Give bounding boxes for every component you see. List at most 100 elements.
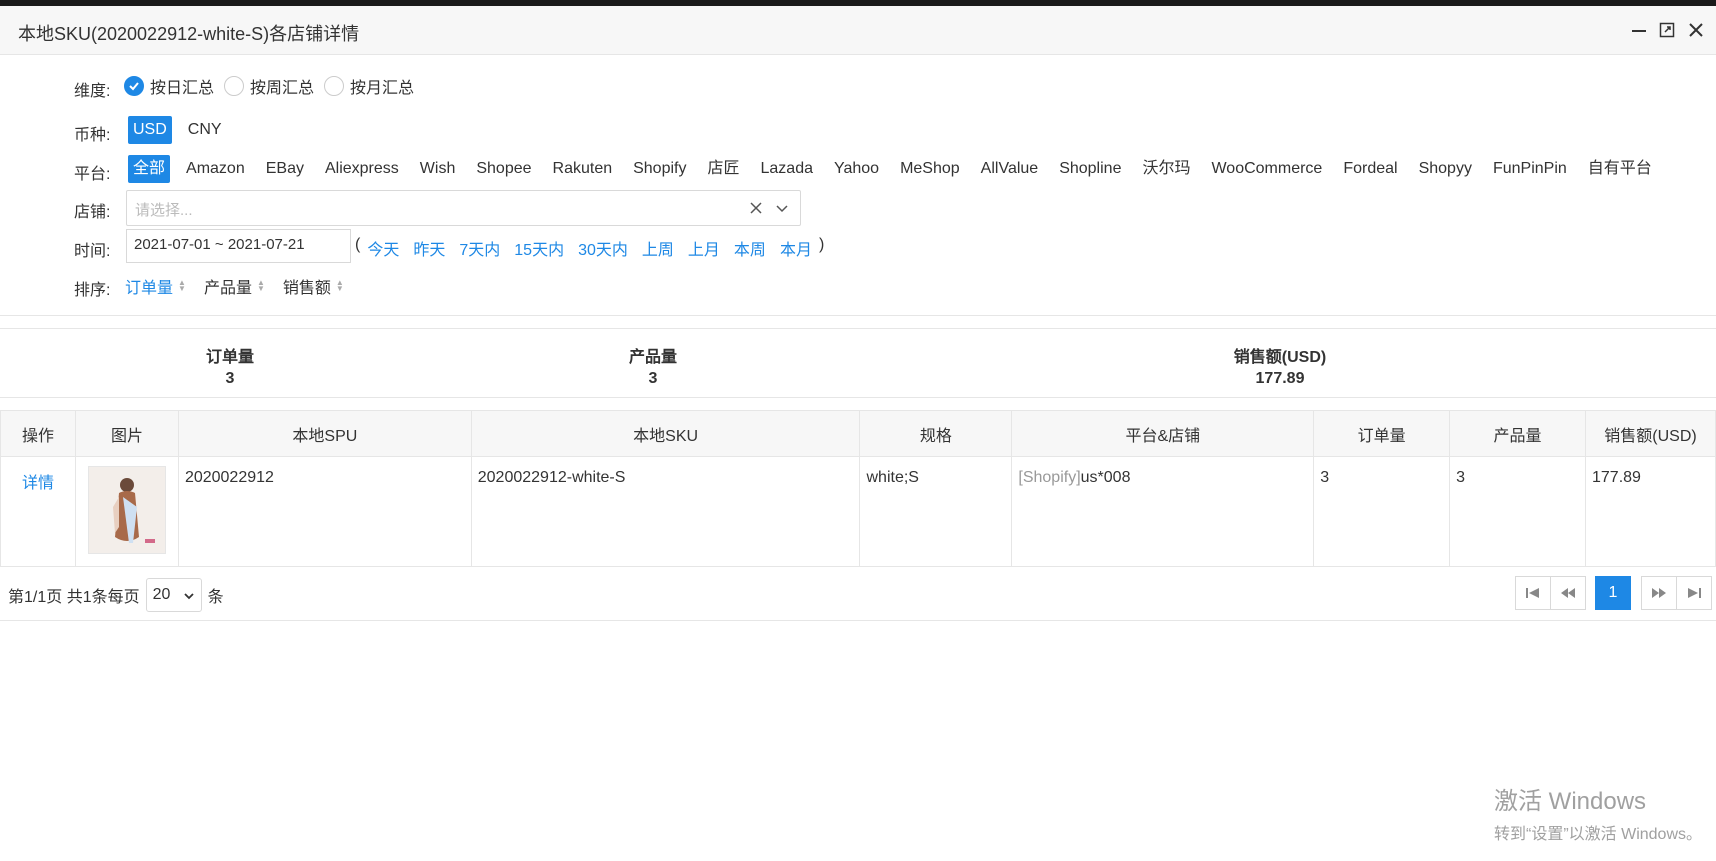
platform-woocommerce[interactable]: WooCommerce <box>1206 155 1327 183</box>
quick-this-month[interactable]: 本月 <box>780 236 812 260</box>
summary-orders: 订单量 3 <box>180 343 280 388</box>
quick-30days[interactable]: 30天内 <box>578 236 628 260</box>
currency-label: 币种: <box>74 127 111 144</box>
summary-orders-label: 订单量 <box>205 349 254 366</box>
platform-amazon[interactable]: Amazon <box>181 155 250 183</box>
clear-icon[interactable] <box>749 201 763 220</box>
cell-image <box>74 456 179 567</box>
time-label: 时间: <box>74 243 111 260</box>
detail-table: 操作 图片 本地SPU 本地SKU 规格 平台&店铺 订单量 产品量 销售额(U… <box>0 410 1716 567</box>
minimize-icon[interactable] <box>1627 18 1651 42</box>
page-size-select[interactable]: 20 <box>145 578 202 612</box>
quick-last-week[interactable]: 上周 <box>642 236 674 260</box>
store-select-placeholder: 请选择... <box>135 202 193 219</box>
col-header-platform-store: 平台&店铺 <box>1011 410 1315 457</box>
platform-aliexpress[interactable]: Aliexpress <box>320 155 404 183</box>
chevron-down-icon <box>183 593 194 600</box>
cell-orders: 3 <box>1313 456 1451 567</box>
close-icon[interactable] <box>1684 18 1708 42</box>
platform-allvalue[interactable]: AllValue <box>976 155 1044 183</box>
detail-link[interactable]: 详情 <box>22 475 54 492</box>
time-quick-links: ( 今天 昨天 7天内 15天内 30天内 上周 上月 本周 本月 ) <box>355 236 824 260</box>
watermark-line2: 转到“设置”以激活 Windows。 <box>1494 826 1703 843</box>
platform-options: 全部 Amazon EBay Aliexpress Wish Shopee Ra… <box>128 153 1668 185</box>
platform-own[interactable]: 自有平台 <box>1583 155 1657 183</box>
dialog-titlebar: 本地SKU(2020022912-white-S)各店铺详情 <box>0 6 1716 55</box>
col-header-products: 产品量 <box>1449 410 1586 457</box>
platform-funpinpin[interactable]: FunPinPin <box>1488 155 1572 183</box>
store-select[interactable]: 请选择... <box>126 190 801 226</box>
maximize-icon[interactable] <box>1655 18 1679 42</box>
radio-weekly[interactable]: 按周汇总 <box>224 74 314 98</box>
cell-spec: white;S <box>859 456 1013 567</box>
radio-circle-icon <box>224 76 245 96</box>
platform-shopline[interactable]: Shopline <box>1054 155 1126 183</box>
platform-yahoo[interactable]: Yahoo <box>829 155 884 183</box>
dimension-label: 维度: <box>74 83 111 100</box>
summary-sales-label: 销售额(USD) <box>1233 349 1327 366</box>
platform-ebay[interactable]: EBay <box>261 155 309 183</box>
col-header-action: 操作 <box>0 410 76 457</box>
summary-products-label: 产品量 <box>628 349 677 366</box>
platform-meshop[interactable]: MeShop <box>895 155 965 183</box>
sort-products[interactable]: 产品量 ▲ ▼ <box>204 274 265 298</box>
currency-options: USD CNY <box>128 114 238 146</box>
cell-platform-store: [Shopify]us*008 <box>1011 456 1315 567</box>
platform-walmart[interactable]: 沃尔玛 <box>1137 155 1195 183</box>
cell-sales: 177.89 <box>1585 456 1716 567</box>
quick-15days[interactable]: 15天内 <box>514 236 564 260</box>
platform-shopify[interactable]: Shopify <box>628 155 691 183</box>
sort-orders[interactable]: 订单量 ▲ ▼ <box>125 274 186 298</box>
sort-arrows-icon: ▲ ▼ <box>335 278 344 293</box>
chevron-down-icon[interactable] <box>775 202 789 221</box>
platform-shopee[interactable]: Shopee <box>471 155 536 183</box>
quick-this-week[interactable]: 本周 <box>734 236 766 260</box>
product-image[interactable] <box>87 466 166 554</box>
platform-shopyy[interactable]: Shopyy <box>1414 155 1477 183</box>
cell-action: 详情 <box>0 456 76 567</box>
summary-sales-value: 177.89 <box>1255 370 1305 387</box>
radio-daily-label: 按日汇总 <box>150 80 215 97</box>
col-header-spu: 本地SPU <box>177 410 472 457</box>
radio-circle-icon <box>324 76 345 96</box>
summary-sales: 销售额(USD) 177.89 <box>1210 343 1350 388</box>
platform-dianjiang[interactable]: 店匠 <box>702 155 744 183</box>
next-page-icon[interactable] <box>1641 576 1677 610</box>
prev-page-icon[interactable] <box>1550 576 1586 610</box>
quick-7days[interactable]: 7天内 <box>459 236 500 260</box>
currency-usd[interactable]: USD <box>128 116 172 144</box>
quick-last-month[interactable]: 上月 <box>688 236 720 260</box>
page-size-unit: 条 <box>207 589 224 606</box>
date-range-input[interactable]: 2021-07-01 ~ 2021-07-21 <box>126 229 351 263</box>
close-paren: ) <box>818 236 825 253</box>
sort-label: 排序: <box>74 282 111 299</box>
col-header-spec: 规格 <box>859 410 1013 457</box>
first-page-icon[interactable] <box>1515 576 1551 610</box>
quick-yesterday[interactable]: 昨天 <box>413 236 445 260</box>
sort-orders-label: 订单量 <box>125 280 174 297</box>
summary-orders-value: 3 <box>225 370 235 387</box>
checked-icon <box>124 76 144 96</box>
sort-sales-label: 销售额 <box>282 280 331 297</box>
platform-rakuten[interactable]: Rakuten <box>548 155 618 183</box>
radio-monthly[interactable]: 按月汇总 <box>324 74 414 98</box>
summary-products-value: 3 <box>648 370 658 387</box>
platform-wish[interactable]: Wish <box>415 155 461 183</box>
radio-daily[interactable]: 按日汇总 <box>124 74 214 98</box>
dimension-radio-group: 按日汇总 按周汇总 按月汇总 <box>124 70 424 102</box>
store-name: us*008 <box>1080 469 1131 486</box>
platform-fordeal[interactable]: Fordeal <box>1338 155 1402 183</box>
col-header-sales: 销售额(USD) <box>1585 410 1716 457</box>
platform-lazada[interactable]: Lazada <box>756 155 819 183</box>
radio-monthly-label: 按月汇总 <box>350 80 415 97</box>
sort-options: 订单量 ▲ ▼ 产品量 ▲ ▼ 销售额 ▲ ▼ <box>125 274 362 298</box>
page-info-text: 第1/1页 共1条每页 <box>8 589 140 606</box>
platform-all[interactable]: 全部 <box>128 155 171 183</box>
last-page-icon[interactable] <box>1676 576 1712 610</box>
page-1-button[interactable]: 1 <box>1595 576 1631 610</box>
cell-products: 3 <box>1449 456 1586 567</box>
summary-products: 产品量 3 <box>603 343 703 388</box>
quick-today[interactable]: 今天 <box>367 236 399 260</box>
currency-cny[interactable]: CNY <box>183 116 227 144</box>
sort-sales[interactable]: 销售额 ▲ ▼ <box>283 274 344 298</box>
